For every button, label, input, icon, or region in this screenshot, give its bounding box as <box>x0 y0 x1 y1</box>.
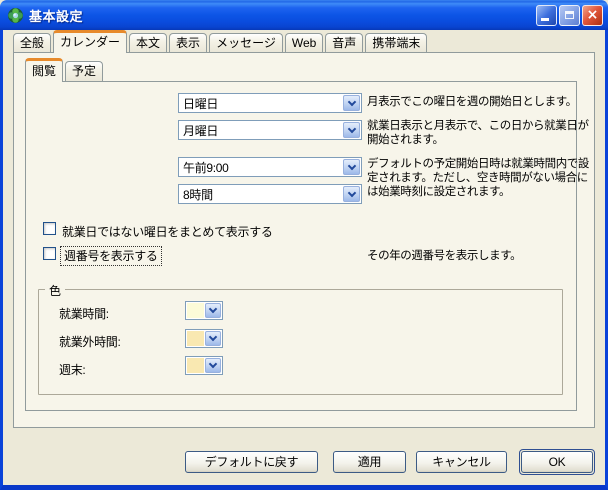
tab-display[interactable]: 表示 <box>169 33 207 52</box>
subtab-browse[interactable]: 閲覧 <box>25 58 63 82</box>
tab-body[interactable]: 本文 <box>129 33 167 52</box>
title-bar: 基本設定 × <box>0 0 608 30</box>
color-swatch <box>187 303 204 318</box>
cancel-button[interactable]: キャンセル <box>416 451 507 473</box>
show-week-numbers-checkbox[interactable] <box>43 247 56 260</box>
tab-general[interactable]: 全般 <box>13 33 51 52</box>
maximize-button[interactable] <box>559 5 580 26</box>
chevron-down-icon[interactable] <box>343 122 360 138</box>
apply-button[interactable]: 適用 <box>333 451 406 473</box>
color-swatch <box>187 331 204 346</box>
close-button[interactable]: × <box>582 5 603 26</box>
tab-web[interactable]: Web <box>285 33 323 52</box>
weekend-color-label: 週末: <box>59 361 85 378</box>
tab-voice[interactable]: 音声 <box>325 33 363 52</box>
color-swatch <box>187 358 204 373</box>
sub-tab-strip: 閲覧 予定 <box>25 58 105 81</box>
work-hours-color-select[interactable] <box>185 301 223 320</box>
ok-button[interactable]: OK <box>521 451 593 473</box>
work-start-time-select[interactable]: 午前9:00 <box>178 157 362 177</box>
minimize-icon <box>541 18 549 21</box>
tab-mobile[interactable]: 携帯端末 <box>365 33 427 52</box>
first-day-of-week-select[interactable]: 日曜日 <box>178 93 362 113</box>
first-day-of-week-description: 月表示でこの曜日を週の開始日とします。 <box>367 95 598 109</box>
minimize-button[interactable] <box>536 5 557 26</box>
chevron-down-icon[interactable] <box>205 358 221 373</box>
maximize-icon <box>565 11 574 19</box>
chevron-down-icon[interactable] <box>343 186 360 202</box>
show-week-numbers-label[interactable]: 週番号を表示する <box>60 246 162 266</box>
group-non-workdays-checkbox[interactable] <box>43 222 56 235</box>
close-icon: × <box>587 8 599 22</box>
first-workday-select[interactable]: 月曜日 <box>178 120 362 140</box>
window-title: 基本設定 <box>29 6 534 25</box>
chevron-down-icon[interactable] <box>205 303 221 318</box>
work-start-time-description: デフォルトの予定開始日時は就業時間内で設定されます。ただし、空き時間がない場合に… <box>367 157 598 199</box>
tab-calendar[interactable]: カレンダー <box>53 30 127 53</box>
color-group-title: 色 <box>45 282 65 299</box>
color-groupbox: 色 就業時間: 就業外時間: 週末: <box>38 289 563 395</box>
chevron-down-icon[interactable] <box>343 159 360 175</box>
ok-button-focus-ring: OK <box>519 449 595 475</box>
off-hours-color-label: 就業外時間: <box>59 333 121 350</box>
chevron-down-icon[interactable] <box>343 95 360 111</box>
work-hours-select[interactable]: 8時間 <box>178 184 362 204</box>
app-icon <box>7 7 24 24</box>
reset-default-button[interactable]: デフォルトに戻す <box>185 451 318 473</box>
combo-value: 8時間 <box>179 186 342 203</box>
week-numbers-description: その年の週番号を表示します。 <box>367 249 598 263</box>
off-hours-color-select[interactable] <box>185 329 223 348</box>
combo-value: 午前9:00 <box>179 159 342 176</box>
combo-value: 月曜日 <box>179 122 342 139</box>
chevron-down-icon[interactable] <box>205 331 221 346</box>
work-hours-color-label: 就業時間: <box>59 305 109 322</box>
subtab-schedule[interactable]: 予定 <box>65 61 103 81</box>
weekend-color-select[interactable] <box>185 356 223 375</box>
combo-value: 日曜日 <box>179 95 342 112</box>
group-non-workdays-label[interactable]: 就業日ではない曜日をまとめて表示する <box>62 223 273 240</box>
main-tab-strip: 全般 カレンダー 本文 表示 メッセージ Web 音声 携帯端末 <box>13 30 429 52</box>
first-workday-description: 就業日表示と月表示で、この日から就業日が開始されます。 <box>367 119 598 147</box>
preferences-dialog: 基本設定 × 全般 カレンダー 本文 表示 メッセージ Web 音声 携帯端末 … <box>0 0 608 490</box>
tab-message[interactable]: メッセージ <box>209 33 283 52</box>
